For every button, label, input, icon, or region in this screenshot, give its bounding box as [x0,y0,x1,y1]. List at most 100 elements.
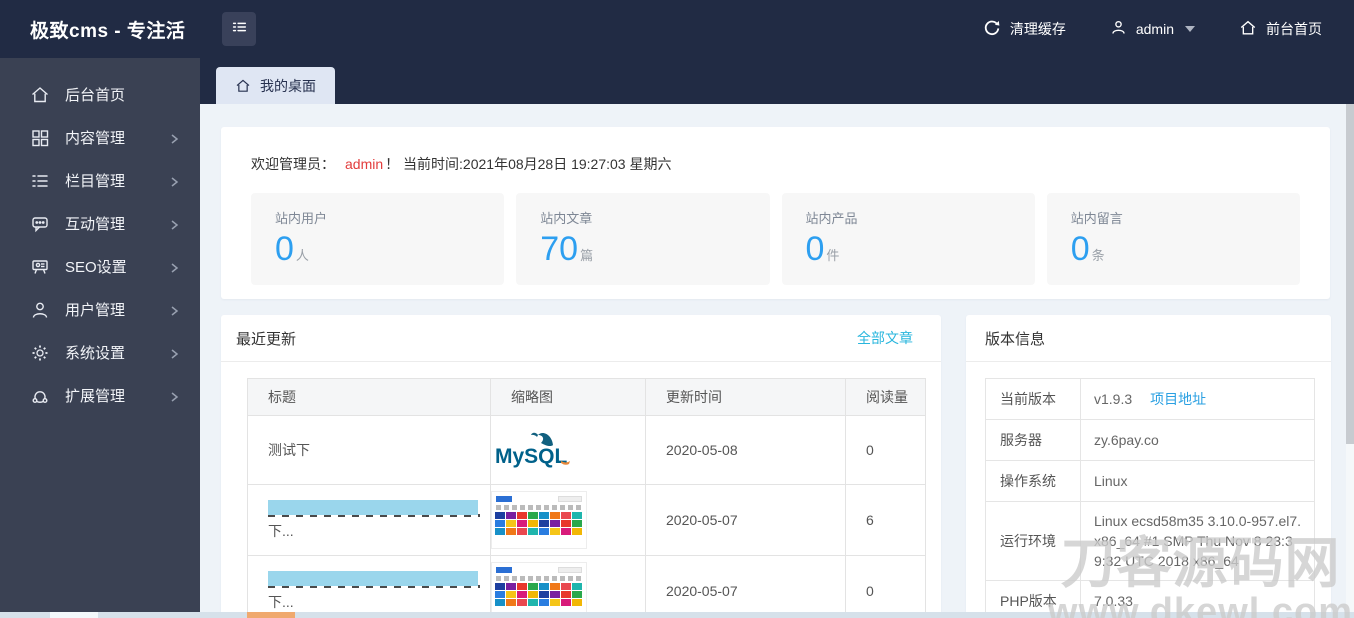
user-icon [1110,19,1127,39]
home-icon [235,78,251,94]
content-area: 我的桌面 欢迎管理员： admin！ 当前时间:2021年08月28日 19:27… [200,58,1354,618]
chevron-right-icon [168,218,180,230]
article-views: 6 [866,512,874,528]
sidebar-item-label: 栏目管理 [65,173,126,190]
stat-value: 0 [1070,230,1090,268]
col-header-thumbnail: 缩略图 [490,378,646,416]
table-row[interactable]: 测试下 MySQL 2020-05-08 0 [247,415,926,485]
version-label: 运行环境 [985,501,1081,581]
front-home-button[interactable]: 前台首页 [1239,19,1322,40]
table-row: 操作系统 Linux [985,460,1315,502]
sidebar-item-columns[interactable]: 栏目管理 [0,159,200,202]
highlight-bar [268,570,478,586]
app-logo: 极致cms - 专注活 [30,20,186,42]
menu-icon [230,18,248,41]
recent-updates-panel: 最近更新 全部文章 标题 缩略图 更新时间 阅读量 测试下 MySQL 2020… [221,315,941,618]
version-value: Linux [1080,460,1315,502]
table-row: 服务器 zy.6pay.co [985,419,1315,461]
main-scroll-area: 欢迎管理员： admin！ 当前时间:2021年08月28日 19:27:03 星… [200,104,1354,618]
clear-cache-label: 清理缓存 [1009,21,1066,37]
front-home-label: 前台首页 [1266,21,1322,37]
caret-down-icon [1185,26,1195,32]
table-row[interactable]: 下... 2020-05-07 0 [247,555,926,618]
header-actions: 清理缓存 admin 前台首页 [983,19,1354,40]
stat-unit: 条 [1091,248,1105,263]
stat-card-products: 站内产品 0件 [781,193,1035,285]
horizontal-scrollbar-thumb[interactable] [247,612,295,618]
version-label: 当前版本 [985,378,1081,420]
col-header-updated: 更新时间 [645,378,846,416]
sidebar-item-dashboard[interactable]: 后台首页 [0,73,200,116]
chevron-right-icon [168,347,180,359]
table-row: 运行环境 Linux ecsd58m35 3.10.0-957.el7.x86_… [985,501,1315,581]
version-info-panel: 版本信息 当前版本 v1.9.3 项目地址 服务器 zy.6pay.co 操作系… [966,315,1331,618]
home-icon [30,85,50,105]
redacted-title [268,499,482,518]
sidebar-item-system[interactable]: 系统设置 [0,331,200,374]
sidebar-toggle-button[interactable] [222,12,256,46]
table-row[interactable]: 下... 2020-05-07 6 [247,484,926,556]
tab-label: 我的桌面 [260,77,316,94]
project-url-link[interactable]: 项目地址 [1150,391,1206,407]
top-header: 极致cms - 专注活 清理缓存 admin 前台首页 [0,0,1354,58]
seo-icon [30,257,50,277]
sidebar-item-label: 内容管理 [65,130,126,147]
stat-card-messages: 站内留言 0条 [1046,193,1300,285]
tab-bar: 我的桌面 [200,58,1354,104]
table-row: 当前版本 v1.9.3 项目地址 [985,378,1315,420]
sidebar-item-interaction[interactable]: 互动管理 [0,202,200,245]
horizontal-scrollbar-segment [50,612,98,618]
stat-label: 站内文章 [540,211,593,226]
svg-text:MySQL: MySQL [495,445,568,468]
clear-cache-button[interactable]: 清理缓存 [983,19,1066,40]
stat-card-articles: 站内文章 70 篇 [516,193,770,285]
user-icon [30,300,50,320]
article-views: 0 [866,583,874,599]
article-date: 2020-05-07 [666,583,738,599]
col-header-title: 标题 [247,378,491,416]
chevron-right-icon [168,132,180,144]
version-value: v1.9.3 [1094,391,1133,407]
col-header-views: 阅读量 [845,378,926,416]
stat-value: 0 [805,230,825,268]
vertical-scrollbar-thumb[interactable] [1346,104,1354,444]
stat-label: 站内留言 [1070,211,1123,226]
admin-user-menu[interactable]: admin [1110,19,1195,39]
sidebar-item-users[interactable]: 用户管理 [0,288,200,331]
sidebar-item-seo[interactable]: SEO设置 [0,245,200,288]
site-screenshot-thumbnail [491,491,587,549]
version-label: 服务器 [985,419,1081,461]
chevron-right-icon [168,390,180,402]
article-title: 下... [268,593,294,610]
chevron-right-icon [168,304,180,316]
gear-icon [30,343,50,363]
version-value: Linux ecsd58m35 3.10.0-957.el7.x86_64 #1… [1080,501,1315,581]
vertical-scrollbar-track[interactable] [1346,104,1354,612]
stat-unit: 件 [826,248,840,263]
article-date: 2020-05-07 [666,512,738,528]
welcome-panel: 欢迎管理员： admin！ 当前时间:2021年08月28日 19:27:03 星… [221,127,1330,299]
horizontal-scrollbar-track[interactable] [0,612,1354,618]
version-info-table: 当前版本 v1.9.3 项目地址 服务器 zy.6pay.co 操作系统 Linu… [985,378,1315,618]
stat-value: 0 [275,230,294,268]
version-label: 操作系统 [985,460,1081,502]
sidebar-item-label: 系统设置 [65,345,126,362]
stat-card-users: 站内用户 0人 [251,193,505,285]
recent-panel-title: 最近更新 [236,330,297,348]
article-title: 测试下 [268,442,310,458]
stat-label: 站内用户 [275,211,328,226]
all-articles-link[interactable]: 全部文章 [857,328,913,348]
username: admin [1135,21,1174,37]
sidebar-item-label: 用户管理 [65,302,126,319]
article-date: 2020-05-08 [666,442,738,458]
version-panel-title: 版本信息 [985,330,1046,348]
home-icon [1239,19,1257,40]
extension-icon [30,386,50,406]
sidebar-item-label: 后台首页 [65,87,126,104]
redacted-title [268,570,482,589]
mysql-logo: MySQL [491,432,575,474]
tab-my-desktop[interactable]: 我的桌面 [216,67,335,104]
article-views: 0 [866,442,874,458]
sidebar-item-content[interactable]: 内容管理 [0,116,200,159]
sidebar-item-extensions[interactable]: 扩展管理 [0,374,200,417]
